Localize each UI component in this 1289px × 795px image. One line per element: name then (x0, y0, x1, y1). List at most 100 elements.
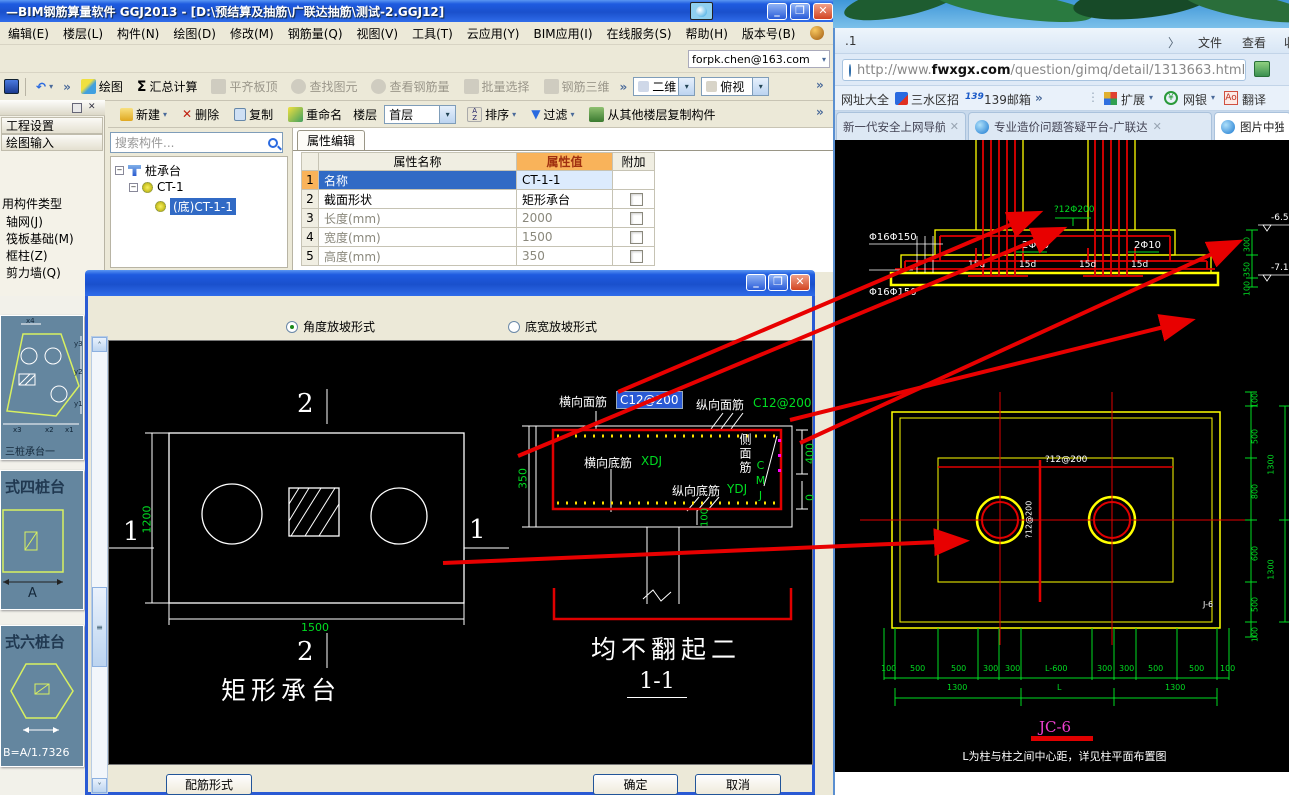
prop-value-cell[interactable]: 1500 (517, 228, 613, 247)
ok-button[interactable]: 确定 (593, 774, 678, 795)
search-input[interactable]: 搜索构件... (115, 134, 174, 151)
extra-checkbox[interactable] (629, 230, 643, 244)
panel-close-icon[interactable]: ✕ (88, 102, 96, 112)
extra-checkbox[interactable] (629, 249, 643, 263)
bookmark-site-list[interactable]: 网址大全 (841, 91, 889, 108)
toolbar-overflow-icon[interactable]: » (63, 80, 71, 94)
netbank-dropdown-icon[interactable]: ▾ (1211, 93, 1215, 102)
maximize-button[interactable]: ❐ (790, 3, 810, 20)
thumb-three-pile-cap[interactable]: x4 y3 y2 y1 x3 x2 x1 三桩承台一 (0, 315, 84, 460)
sidebar-item-shear-wall[interactable]: 剪力墙(Q) (6, 264, 61, 281)
scroll-up-icon[interactable]: ˄ (92, 337, 107, 352)
prop-name-cell[interactable]: 高度(mm) (319, 247, 517, 266)
align-slab-button[interactable]: 平齐板顶 (207, 78, 281, 95)
menu-view[interactable]: 视图(V) (357, 25, 399, 42)
scroll-down-icon[interactable]: ˅ (92, 778, 107, 793)
menu-expand-icon[interactable]: 〉 (1168, 34, 1180, 51)
copy-from-floor-button[interactable]: 从其他楼层复制构件 (585, 106, 719, 123)
toolbar-netbank[interactable]: 网银 (1183, 91, 1207, 108)
find-element-button[interactable]: 查找图元 (287, 78, 361, 95)
sort-button[interactable]: A Z 排序 ▾ (463, 106, 520, 123)
prop-extra-cell[interactable] (613, 209, 655, 228)
view-rebar-button[interactable]: 查看钢筋量 (367, 78, 453, 95)
copy-button[interactable]: 复制 (230, 106, 277, 123)
browser-menu-file[interactable]: 文件 (1198, 34, 1222, 51)
toolbar-translate[interactable]: 翻译 (1242, 91, 1266, 108)
menu-draw[interactable]: 绘图(D) (173, 25, 216, 42)
toolbar-extensions[interactable]: 扩展 (1121, 91, 1145, 108)
extensions-dropdown-icon[interactable]: ▾ (1149, 93, 1153, 102)
bookmarks-overflow-icon[interactable]: » (1035, 91, 1043, 105)
batch-select-button[interactable]: 批量选择 (460, 78, 534, 95)
value-side-rebar[interactable]: CMJ (754, 459, 767, 504)
tree-node-pile-cap[interactable]: − 桩承台 (115, 162, 181, 179)
extensions-icon[interactable] (1104, 92, 1117, 105)
dialog-maximize-button[interactable]: ❐ (768, 274, 788, 291)
prop-extra-cell[interactable] (613, 228, 655, 247)
tab-property-edit[interactable]: 属性编辑 (297, 130, 365, 150)
toolbar-overflow3-icon[interactable]: » (816, 78, 824, 92)
value-transverse-bottom-rebar[interactable]: XDJ (641, 454, 662, 468)
menu-rebar[interactable]: 钢筋量(Q) (288, 25, 343, 42)
value-longitudinal-top-rebar[interactable]: C12@200 (753, 396, 812, 410)
radio-angle-slope[interactable]: 角度放坡形式 (286, 318, 375, 335)
menu-modify[interactable]: 修改(M) (230, 25, 274, 42)
rename-button[interactable]: 重命名 (284, 106, 346, 123)
prop-value-cell[interactable]: 矩形承台 (517, 190, 613, 209)
prop-value-cell[interactable]: 350 (517, 247, 613, 266)
menu-help[interactable]: 帮助(H) (686, 25, 728, 42)
browser-menu-fav[interactable]: 收 (1284, 34, 1289, 51)
prop-name-cell[interactable]: 宽度(mm) (319, 228, 517, 247)
search-icon[interactable] (268, 137, 282, 150)
draw-button[interactable]: 绘图 (77, 78, 127, 95)
prop-extra-cell[interactable] (613, 190, 655, 209)
menu-component[interactable]: 构件(N) (117, 25, 159, 42)
delete-button[interactable]: ✕ 删除 (178, 106, 223, 123)
menu-floor[interactable]: 楼层(L) (63, 25, 103, 42)
sidebar-item-project-settings[interactable]: 工程设置 (1, 117, 103, 134)
undo-button[interactable]: ↶ ▾ (32, 80, 57, 94)
rebar-pattern-button[interactable]: 配筋形式 (166, 774, 252, 795)
menu-edit[interactable]: 编辑(E) (8, 25, 49, 42)
header-extra[interactable]: 附加 (613, 152, 655, 171)
radio-bottom-width-slope[interactable]: 底宽放坡形式 (508, 318, 597, 335)
qq-icon[interactable] (690, 2, 713, 20)
scroll-thumb[interactable]: ≡ (92, 587, 107, 667)
tab-safe-navigation[interactable]: 新一代安全上网导航 ✕ (836, 112, 966, 140)
bank-shield-icon[interactable]: ¥ (1164, 91, 1178, 105)
bookmark-139-mail[interactable]: 139邮箱 (984, 91, 1031, 108)
tree-node-ct1[interactable]: − CT-1 (129, 180, 184, 194)
sidebar-item-draw-input[interactable]: 绘图输入 (1, 134, 103, 151)
tab-glodon-qa[interactable]: 专业造价问题答疑平台-广联达 ✕ (968, 112, 1212, 140)
header-property-name[interactable]: 属性名称 (319, 152, 517, 171)
sidebar-item-frame-column[interactable]: 框柱(Z) (6, 247, 48, 264)
viewpoint-combo[interactable]: 俯视 ▾ (701, 77, 770, 96)
tab-image-detail[interactable]: 图片中独立 (1214, 112, 1289, 140)
bookmark-sanshui[interactable]: 三水区招 (911, 91, 959, 108)
dialog-minimize-button[interactable]: _ (746, 274, 766, 291)
tree-node-ct11-selected[interactable]: (底)CT-1-1 (155, 198, 236, 215)
rebar-3d-button[interactable]: 钢筋三维 (540, 78, 614, 95)
prop-name-cell[interactable]: 名称 (319, 171, 517, 190)
toolbar2-overflow-icon[interactable]: » (816, 105, 824, 119)
dialog-cad-canvas[interactable]: 2 2 1 1 1200 1500 矩形承台 横向面筋 C12@200 纵向面筋… (108, 340, 817, 765)
summary-calc-button[interactable]: Σ 汇总计算 (133, 78, 202, 95)
sidebar-item-raft-foundation[interactable]: 筏板基础(M) (6, 230, 74, 247)
prop-value-cell[interactable]: CT-1-1 (517, 171, 613, 190)
tab-close-icon[interactable]: ✕ (1153, 120, 1162, 133)
header-property-value[interactable]: 属性值 (517, 152, 613, 171)
menu-tools[interactable]: 工具(T) (412, 25, 453, 42)
prop-name-cell[interactable]: 长度(mm) (319, 209, 517, 228)
menu-bim[interactable]: BIM应用(I) (533, 25, 592, 42)
address-bar[interactable]: http://www.fwxgx.com/question/gimq/detai… (842, 59, 1246, 81)
menu-online[interactable]: 在线服务(S) (607, 25, 672, 42)
thumb-four-pile-cap[interactable]: 式四桩台 A (0, 470, 84, 610)
account-dropdown[interactable]: forpk.chen@163.com ▾ (688, 50, 830, 68)
filter-button[interactable]: ▼ 过滤 ▾ (527, 106, 578, 123)
browser-menu-view[interactable]: 查看 (1242, 34, 1266, 51)
value-longitudinal-bottom-rebar[interactable]: YDJ (727, 482, 747, 496)
menu-cloud[interactable]: 云应用(Y) (467, 25, 520, 42)
dimension-combo[interactable]: 二维 ▾ (633, 77, 696, 96)
extra-checkbox[interactable] (629, 192, 643, 206)
sidebar-item-axis-grid[interactable]: 轴网(J) (6, 213, 43, 230)
